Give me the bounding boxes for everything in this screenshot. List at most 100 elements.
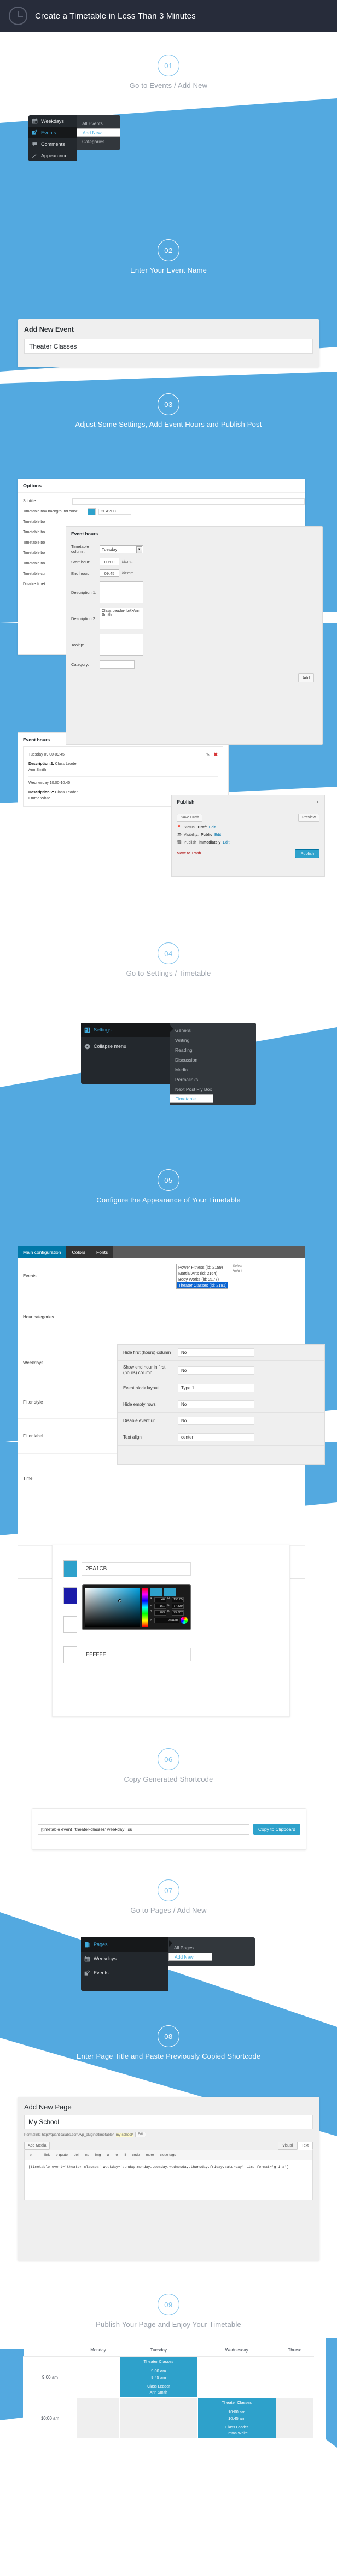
- submenu-item-all-events[interactable]: All Events: [77, 119, 120, 128]
- listbox-option[interactable]: Body Works (id: 2177): [177, 1276, 228, 1282]
- toolbar-ol-button[interactable]: ol: [113, 2152, 120, 2158]
- close-x-icon[interactable]: ✖: [213, 752, 218, 758]
- option-input[interactable]: [72, 498, 305, 505]
- submenu-item-permalinks[interactable]: Permalinks: [170, 1075, 256, 1084]
- submenu-item-writing[interactable]: Writing: [170, 1035, 256, 1045]
- save-draft-button[interactable]: Save Draft: [177, 814, 203, 822]
- tab-text[interactable]: Text: [297, 2142, 313, 2150]
- toolbar-code-button[interactable]: code: [130, 2152, 142, 2158]
- sidebar-item-pages[interactable]: Pages: [81, 1937, 172, 1952]
- listbox-option[interactable]: Martial Arts (id: 2164): [177, 1270, 228, 1276]
- start-hour-input[interactable]: 09:00: [100, 558, 119, 565]
- submenu-item-next-post-fly-box[interactable]: Next Post Fly Box: [170, 1084, 256, 1094]
- b-value[interactable]: 203: [154, 1610, 166, 1616]
- permalink-edit-button[interactable]: Edit: [135, 2132, 147, 2137]
- color-swatch-main[interactable]: [63, 1560, 77, 1577]
- toolbar-bquote-button[interactable]: b-quote: [54, 2152, 70, 2158]
- sidebar-item-weekdays[interactable]: Weekdays: [81, 1952, 168, 1966]
- tooltip-input[interactable]: [100, 634, 143, 656]
- option-hex-value[interactable]: 2EA2CC: [98, 509, 131, 515]
- submenu-item-discussion[interactable]: Discussion: [170, 1055, 256, 1065]
- overlay-value[interactable]: Type 1: [178, 1384, 254, 1392]
- tab-visual[interactable]: Visual: [278, 2142, 298, 2150]
- timetable-cell-event[interactable]: Theater Classes 9:00 am 9:45 am Class Le…: [119, 2356, 198, 2398]
- submenu-item-add-new[interactable]: Add New: [168, 1953, 212, 1961]
- color-hex-input[interactable]: 2EA1CB: [82, 1562, 191, 1576]
- pencil-icon[interactable]: ✎: [206, 752, 210, 757]
- status-edit-link[interactable]: Edit: [209, 826, 216, 829]
- color-swatch-white-2[interactable]: [63, 1646, 77, 1663]
- brightness-value[interactable]: 79.607: [172, 1610, 184, 1616]
- listbox-option-selected[interactable]: Theater Classes (id: 2191): [177, 1282, 228, 1288]
- h-value[interactable]: 196.05: [172, 1597, 184, 1602]
- shortcode-input[interactable]: [timetable event='theater-classes' weekd…: [38, 1824, 249, 1835]
- timetable-column-select[interactable]: Tuesday ▼: [100, 545, 143, 553]
- sidebar-item-events[interactable]: Events: [28, 127, 80, 138]
- schedule-edit-link[interactable]: Edit: [223, 841, 229, 845]
- color-swatch[interactable]: [88, 508, 96, 515]
- tab-fonts[interactable]: Fonts: [91, 1246, 114, 1258]
- events-listbox[interactable]: Power Fitness (id: 2159) Martial Arts (i…: [176, 1263, 228, 1289]
- overlay-value[interactable]: No: [178, 1366, 254, 1375]
- publish-button[interactable]: Publish: [295, 849, 319, 858]
- hue-slider[interactable]: [142, 1588, 148, 1627]
- color-hex-input-white[interactable]: FFFFFF: [82, 1648, 191, 1661]
- sidebar-item-weekdays[interactable]: Weekdays: [28, 115, 77, 127]
- color-wheel-icon[interactable]: [181, 1617, 188, 1624]
- listbox-option[interactable]: Power Fitness (id: 2159): [177, 1264, 228, 1270]
- end-hour-input[interactable]: 09:45: [100, 569, 119, 577]
- toolbar-bold-button[interactable]: b: [27, 2152, 34, 2158]
- submenu-item-reading[interactable]: Reading: [170, 1045, 256, 1055]
- toolbar-img-button[interactable]: img: [93, 2152, 103, 2158]
- toolbar-li-button[interactable]: li: [123, 2152, 129, 2158]
- tab-main-configuration[interactable]: Main configuration: [18, 1246, 67, 1258]
- submenu-item-media[interactable]: Media: [170, 1065, 256, 1075]
- submenu-item-timetable[interactable]: Timetable: [170, 1094, 213, 1103]
- toolbar-del-button[interactable]: del: [72, 2152, 81, 2158]
- timetable-cell-event[interactable]: Theater Classes 10:00 am 10:45 am Class …: [197, 2397, 276, 2439]
- toolbar-close-tags-button[interactable]: close tags: [158, 2152, 178, 2158]
- sidebar-item-appearance[interactable]: Appearance: [28, 150, 77, 161]
- submenu-item-general[interactable]: General: [170, 1025, 256, 1035]
- description2-input[interactable]: Class Leader<br/>Ann Smith: [100, 608, 143, 629]
- overlay-value[interactable]: center: [178, 1433, 254, 1441]
- sidebar-item-settings[interactable]: Settings: [81, 1023, 173, 1037]
- saturation-area[interactable]: [85, 1588, 140, 1627]
- color-picker-popup[interactable]: R 46 H 196.05 G 161 S 77.339 B 203 B 79.607 #2ea1…: [82, 1584, 191, 1630]
- overlay-value[interactable]: No: [178, 1348, 254, 1357]
- description1-input[interactable]: [100, 581, 143, 603]
- tab-colors[interactable]: Colors: [66, 1246, 91, 1258]
- toolbar-ins-button[interactable]: ins: [83, 2152, 91, 2158]
- add-event-hour-button[interactable]: Add: [298, 673, 314, 682]
- submenu-item-add-new[interactable]: Add New: [77, 128, 120, 137]
- sidebar-item-events[interactable]: Events: [81, 1966, 168, 1980]
- toolbar-link-button[interactable]: link: [42, 2152, 52, 2158]
- editor-content-area[interactable]: [timetable event='theater-classes' weekd…: [24, 2160, 313, 2200]
- submenu-item-all-pages[interactable]: All Pages: [168, 1943, 255, 1953]
- preview-button[interactable]: Preview: [298, 814, 319, 822]
- sidebar-item-comments[interactable]: Comments: [28, 138, 77, 150]
- copy-to-clipboard-button[interactable]: Copy to Clipboard: [253, 1824, 300, 1835]
- g-value[interactable]: 161: [154, 1604, 166, 1609]
- color-swatch-white[interactable]: [63, 1616, 77, 1633]
- r-value[interactable]: 46: [154, 1597, 166, 1602]
- toolbar-ul-button[interactable]: ul: [104, 2152, 112, 2158]
- picker-handle[interactable]: [118, 1599, 121, 1602]
- move-to-trash-link[interactable]: Move to Trash: [177, 852, 201, 856]
- page-title-input[interactable]: My School: [24, 2115, 313, 2129]
- event-title-input[interactable]: Theater Classes: [24, 339, 313, 354]
- visibility-edit-link[interactable]: Edit: [214, 833, 221, 837]
- add-media-button[interactable]: Add Media: [24, 2142, 50, 2150]
- chevron-up-icon[interactable]: ▲: [316, 800, 319, 804]
- category-input[interactable]: [100, 660, 135, 669]
- sidebar-item-collapse-menu[interactable]: Collapse menu: [81, 1037, 170, 1056]
- toolbar-more-button[interactable]: more: [144, 2152, 156, 2158]
- event-block[interactable]: Theater Classes 9:00 am 9:45 am Class Le…: [119, 2357, 197, 2397]
- toolbar-italic-button[interactable]: i: [36, 2152, 40, 2158]
- overlay-value[interactable]: No: [178, 1400, 254, 1408]
- hash-value[interactable]: 2ea1cb: [154, 1617, 179, 1623]
- event-block[interactable]: Theater Classes 10:00 am 10:45 am Class …: [197, 2398, 276, 2438]
- s-value[interactable]: 77.339: [172, 1604, 184, 1609]
- overlay-value[interactable]: No: [178, 1417, 254, 1425]
- color-swatch-secondary[interactable]: [63, 1587, 77, 1604]
